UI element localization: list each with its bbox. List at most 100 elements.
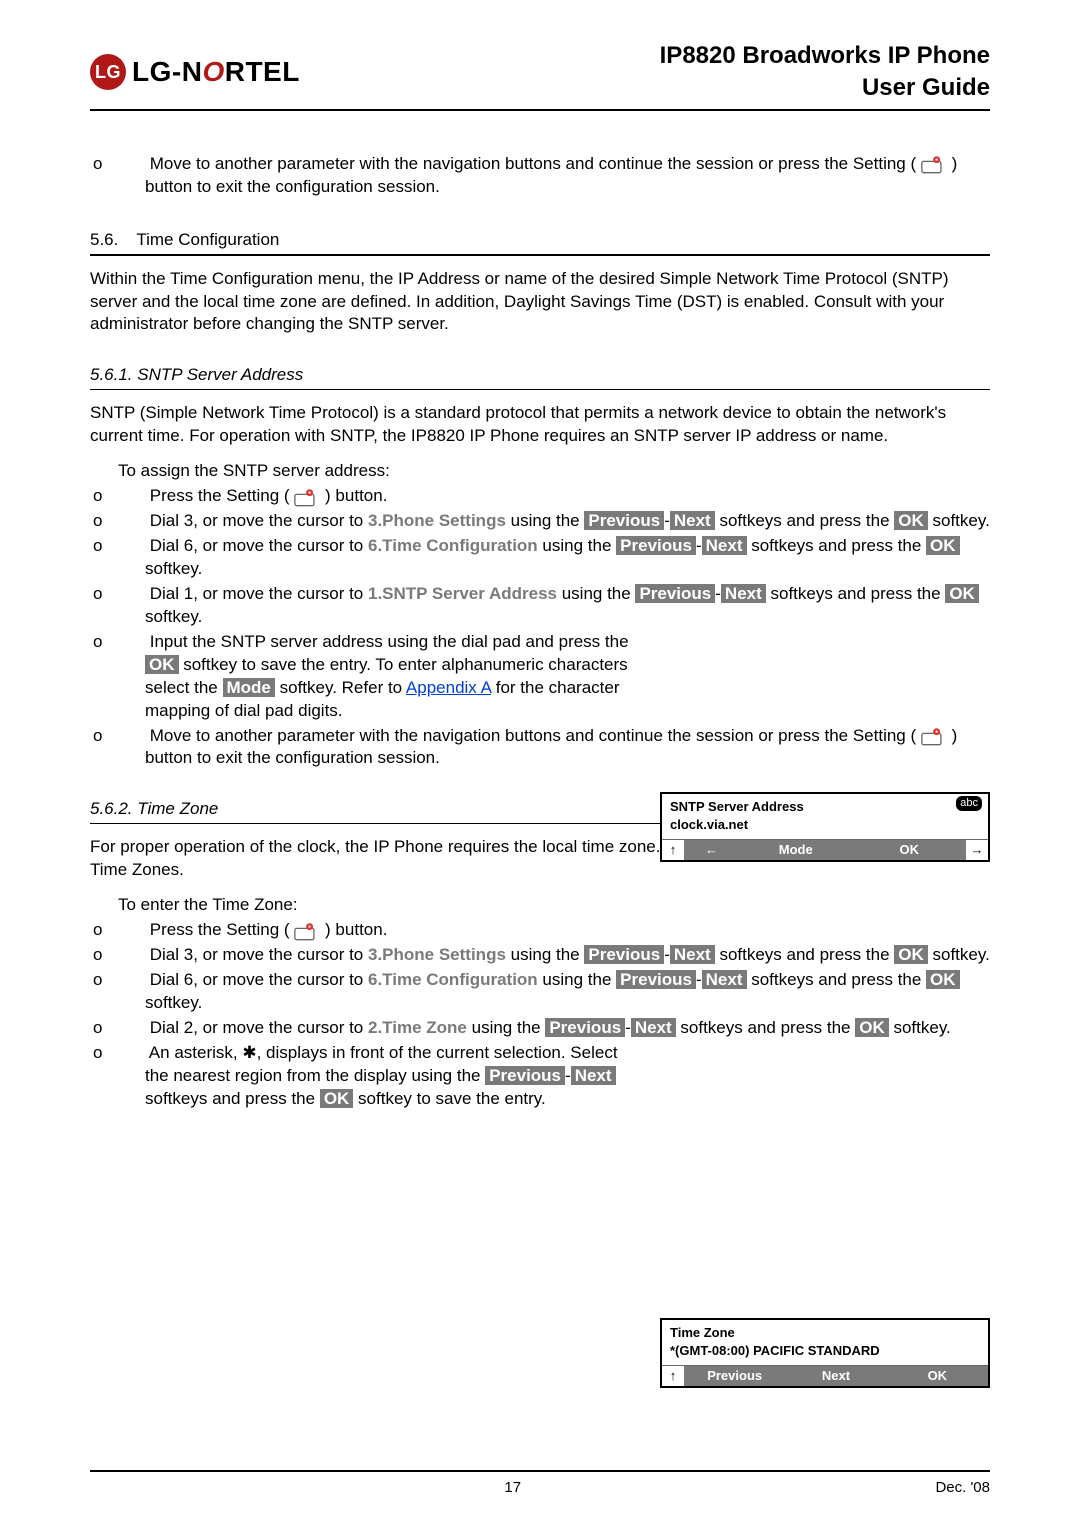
body-text: softkeys and press the [715,945,895,964]
body-text: using the [506,511,584,530]
body-text: softkey. [889,1018,951,1037]
body-text: using the [538,536,616,555]
logo-o: O [202,56,224,87]
softkey-label: Previous [584,945,664,964]
body-text: softkey. [145,993,202,1012]
body-text: Dial 1, or move the cursor to [150,584,368,603]
list-item: o Move to another parameter with the nav… [145,725,990,771]
bullet-marker: o [119,1042,145,1065]
body-text: Press the Setting ( [150,486,290,505]
body-paragraph: Within the Time Configuration menu, the … [90,268,990,337]
body-text: using the [506,945,584,964]
ok-softkey: OK [853,840,967,860]
left-softkey: ← [684,840,739,860]
body-text: softkey. [145,559,202,578]
logo-n: N [182,56,203,87]
body-text: - [664,511,670,530]
body-text: Dial 3, or move the cursor to [150,945,368,964]
softkey-label: Next [571,1066,616,1085]
softkey-label: OK [945,584,979,603]
list-item: o Dial 6, or move the cursor to 6.Time C… [145,535,990,581]
body-text: Move to another parameter with the navig… [150,154,916,173]
body-text: softkey to save the entry. [353,1089,545,1108]
display-line1: Time Zone [670,1324,980,1342]
body-text: softkeys and press the [747,970,927,989]
appendix-a-link[interactable]: Appendix A [406,678,491,697]
up-arrow-icon: ↑ [662,840,684,860]
body-text: softkey. Refer to [275,678,406,697]
softkey-label: Previous [545,1018,625,1037]
softkey-label: OK [926,536,960,555]
list-item: o Input the SNTP server address using th… [145,631,990,723]
body-text: - [696,970,702,989]
display-line2: clock.via.net [670,816,980,834]
page-footer: 17 Dec. '08 [90,1470,990,1498]
footer-date: Dec. '08 [935,1478,990,1498]
softkey-label: Previous [616,536,696,555]
body-text: Move to another parameter with the navig… [150,726,916,745]
body-text: - [664,945,670,964]
softkey-label: Next [670,945,715,964]
subsection-heading-5-6-1: 5.6.1. SNTP Server Address [90,364,990,390]
settings-gear-icon [921,154,947,174]
body-paragraph: SNTP (Simple Network Time Protocol) is a… [90,402,990,448]
list-item: o Dial 3, or move the cursor to 3.Phone … [145,510,990,533]
bullet-marker: o [119,944,145,967]
softkey-label: Next [721,584,766,603]
softkey-label: OK [320,1089,354,1108]
menu-label: 6.Time Configuration [368,970,538,989]
bullet-marker: o [119,725,145,748]
body-text: Dial 2, or move the cursor to [150,1018,368,1037]
body-text: using the [557,584,635,603]
doc-title: IP8820 Broadworks IP Phone User Guide [660,40,990,105]
body-text: - [696,536,702,555]
menu-label: 1.SNTP Server Address [368,584,557,603]
display-line2: *(GMT-08:00) PACIFIC STANDARD [670,1342,980,1360]
body-text: Press the Setting ( [150,920,290,939]
section-heading-5-6: 5.6. Time Configuration [90,229,990,256]
page-header: LG LG-NORTEL IP8820 Broadworks IP Phone … [90,40,990,111]
phone-display-timezone: Time Zone *(GMT-08:00) PACIFIC STANDARD … [660,1318,990,1388]
menu-label: 3.Phone Settings [368,945,506,964]
settings-gear-icon [294,921,320,941]
softkey-label: Previous [485,1066,565,1085]
bullet-marker: o [119,535,145,558]
body-text: Dial 6, or move the cursor to [150,536,368,555]
body-text: - [565,1066,571,1085]
lg-nortel-logo: LG LG-NORTEL [90,53,300,91]
page-number: 17 [504,1478,521,1498]
body-text: Input the SNTP server address using the … [150,632,629,651]
list-item: o Press the Setting ( ) button. [145,919,990,942]
softkey-label: OK [926,970,960,989]
list-item: o Dial 1, or move the cursor to 1.SNTP S… [145,583,990,629]
input-mode-badge: abc [956,796,982,811]
softkey-label: Next [702,536,747,555]
title-line2: User Guide [660,72,990,104]
body-text: softkey. [928,945,990,964]
section-number: 5.6. [90,229,118,252]
body-text: using the [538,970,616,989]
body-text: - [625,1018,631,1037]
body-text: softkey. [928,511,990,530]
title-line1: IP8820 Broadworks IP Phone [660,40,990,72]
list-item: o Press the Setting ( ) button. [145,485,990,508]
softkey-label: OK [145,655,179,674]
lg-logo-mark: LG [90,54,126,90]
softkey-row: ↑ Previous Next OK [662,1365,988,1386]
softkey-label: Mode [223,678,275,697]
up-arrow-icon: ↑ [662,1366,684,1386]
softkey-label: Previous [584,511,664,530]
body-text: using the [467,1018,545,1037]
body-text: softkeys and press the [766,584,946,603]
logo-rtel: RTEL [225,56,300,87]
softkey-label: Next [670,511,715,530]
logo-sep: - [172,56,182,87]
logo-lg: LG [132,56,172,87]
right-arrow-icon: → [966,840,988,860]
body-text: softkey. [145,607,202,626]
next-softkey: Next [785,1366,886,1386]
list-item: o Dial 6, or move the cursor to 6.Time C… [145,969,990,1015]
softkey-label: OK [894,945,928,964]
body-text: softkeys and press the [676,1018,856,1037]
softkey-label: OK [894,511,928,530]
